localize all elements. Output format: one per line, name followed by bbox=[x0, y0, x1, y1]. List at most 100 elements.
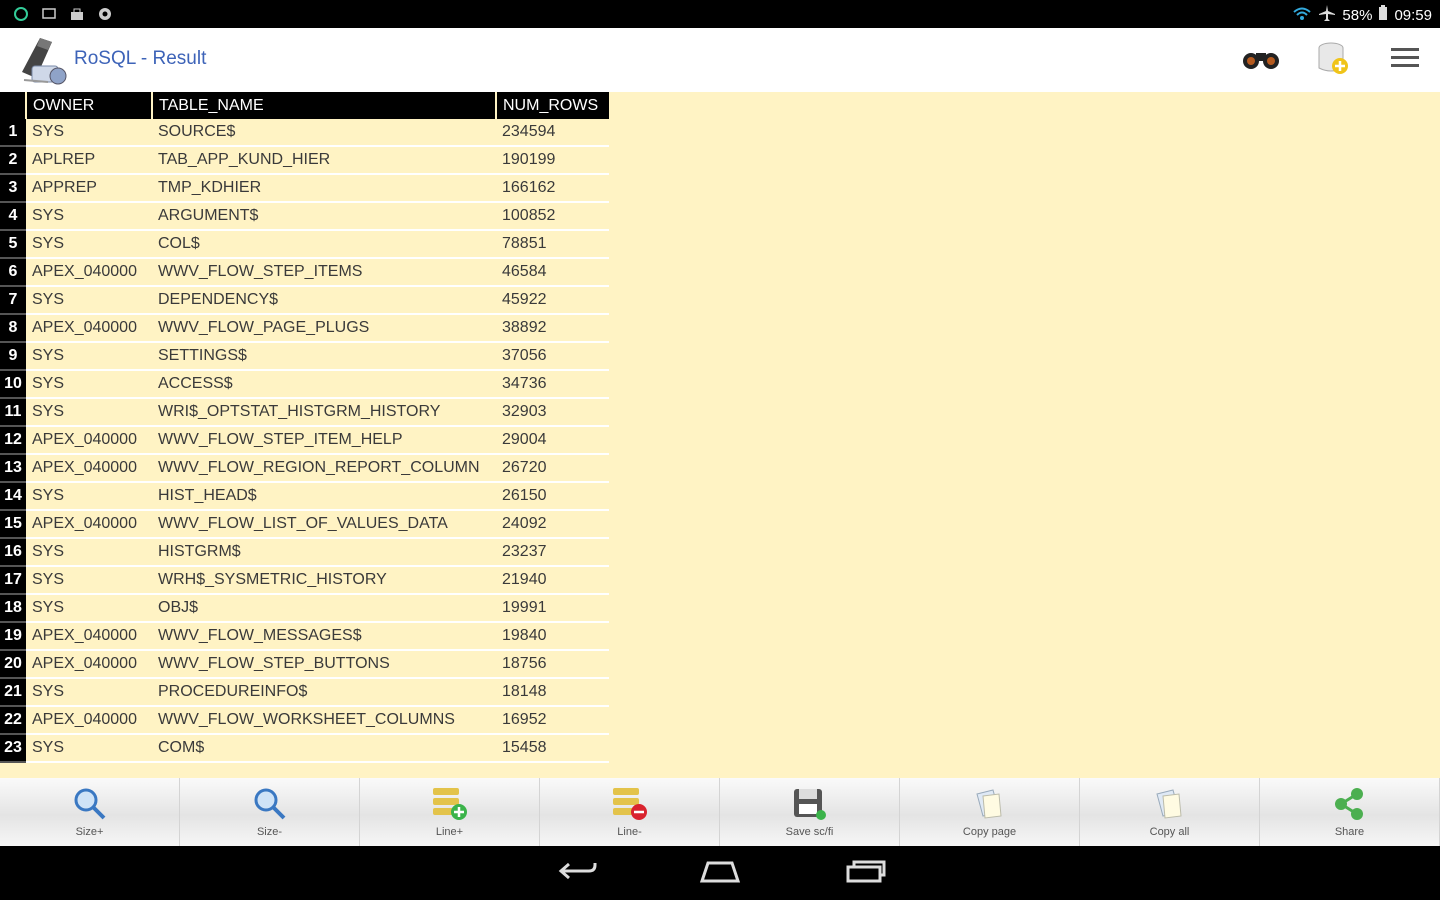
table-row[interactable]: 21 SYS PROCEDUREINFO$ 18148 bbox=[0, 678, 609, 707]
table-name-cell: WWV_FLOW_REGION_REPORT_COLUMN bbox=[152, 454, 496, 483]
size-minus-button[interactable]: Size- bbox=[180, 778, 360, 846]
owner-cell: SYS bbox=[26, 286, 152, 315]
num-rows-cell: 38892 bbox=[496, 314, 609, 343]
owner-cell: SYS bbox=[26, 119, 152, 147]
binoculars-icon bbox=[1241, 45, 1281, 75]
table-row[interactable]: 16 SYS HISTGRM$ 23237 bbox=[0, 538, 609, 567]
row-number-cell: 11 bbox=[0, 398, 26, 427]
page-title: RoSQL - Result bbox=[74, 48, 207, 69]
share-button[interactable]: Share bbox=[1260, 778, 1440, 846]
system-navigation-bar bbox=[0, 846, 1440, 900]
table-row[interactable]: 7 SYS DEPENDENCY$ 45922 bbox=[0, 286, 609, 315]
num-rows-cell: 29004 bbox=[496, 426, 609, 455]
status-notifications bbox=[12, 5, 114, 23]
zoom-out-icon bbox=[251, 786, 289, 822]
remove-line-icon bbox=[611, 786, 649, 822]
row-number-cell: 12 bbox=[0, 426, 26, 455]
table-row[interactable]: 2 APLREP TAB_APP_KUND_HIER 190199 bbox=[0, 146, 609, 175]
home-button[interactable] bbox=[690, 856, 750, 890]
table-row[interactable]: 10 SYS ACCESS$ 34736 bbox=[0, 370, 609, 399]
table-row[interactable]: 8 APEX_040000 WWV_FLOW_PAGE_PLUGS 38892 bbox=[0, 314, 609, 343]
home-icon bbox=[698, 859, 742, 887]
table-name-cell: WWV_FLOW_STEP_ITEMS bbox=[152, 258, 496, 287]
table-row[interactable]: 18 SYS OBJ$ 19991 bbox=[0, 594, 609, 623]
table-row[interactable]: 6 APEX_040000 WWV_FLOW_STEP_ITEMS 46584 bbox=[0, 258, 609, 287]
num-rows-cell: 37056 bbox=[496, 342, 609, 371]
num-rows-cell: 26720 bbox=[496, 454, 609, 483]
overflow-menu-button[interactable] bbox=[1384, 40, 1426, 80]
table-row[interactable]: 15 APEX_040000 WWV_FLOW_LIST_OF_VALUES_DAT… bbox=[0, 510, 609, 539]
action-bar: RoSQL - Result bbox=[0, 28, 1440, 92]
row-number-cell: 6 bbox=[0, 258, 26, 287]
owner-cell: SYS bbox=[26, 566, 152, 595]
back-button[interactable] bbox=[546, 856, 606, 890]
owner-cell: APEX_040000 bbox=[26, 650, 152, 679]
table-row[interactable]: 17 SYS WRH$_SYSMETRIC_HISTORY 21940 bbox=[0, 566, 609, 595]
table-row[interactable]: 14 SYS HIST_HEAD$ 26150 bbox=[0, 482, 609, 511]
owner-cell: SYS bbox=[26, 538, 152, 567]
row-number-cell: 7 bbox=[0, 286, 26, 315]
table-row[interactable]: 4 SYS ARGUMENT$ 100852 bbox=[0, 202, 609, 231]
table-name-cell: TMP_KDHIER bbox=[152, 174, 496, 203]
copy-all-button[interactable]: Copy all bbox=[1080, 778, 1260, 846]
line-minus-button[interactable]: Line- bbox=[540, 778, 720, 846]
copy-page-button[interactable]: Copy page bbox=[900, 778, 1080, 846]
line-plus-button[interactable]: Line+ bbox=[360, 778, 540, 846]
screen-icon bbox=[40, 5, 58, 23]
num-rows-cell: 19991 bbox=[496, 594, 609, 623]
row-number-cell: 22 bbox=[0, 706, 26, 735]
row-number-cell: 2 bbox=[0, 146, 26, 175]
row-number-cell: 10 bbox=[0, 370, 26, 399]
table-row[interactable]: 20 APEX_040000 WWV_FLOW_STEP_BUTTONS 18756 bbox=[0, 650, 609, 679]
row-number-cell: 14 bbox=[0, 482, 26, 511]
table-row[interactable]: 5 SYS COL$ 78851 bbox=[0, 230, 609, 259]
table-row[interactable]: 1 SYS SOURCE$ 234594 bbox=[0, 119, 609, 147]
row-number-cell: 4 bbox=[0, 202, 26, 231]
share-icon bbox=[1331, 786, 1369, 822]
num-rows-cell: 78851 bbox=[496, 230, 609, 259]
column-header-owner[interactable]: OWNER bbox=[25, 92, 152, 119]
back-icon bbox=[555, 859, 597, 887]
share-label: Share bbox=[1334, 826, 1365, 838]
size-minus-label: Size- bbox=[256, 826, 283, 838]
size-plus-button[interactable]: Size+ bbox=[0, 778, 180, 846]
search-button[interactable] bbox=[1240, 40, 1282, 80]
table-name-cell: ACCESS$ bbox=[152, 370, 496, 399]
table-row[interactable]: 11 SYS WRI$_OPTSTAT_HISTGRM_HISTORY 32903 bbox=[0, 398, 609, 427]
table-name-cell: COL$ bbox=[152, 230, 496, 259]
table-name-cell: WWV_FLOW_PAGE_PLUGS bbox=[152, 314, 496, 343]
table-name-cell: ARGUMENT$ bbox=[152, 202, 496, 231]
settings-notification-icon bbox=[96, 5, 114, 23]
table-row[interactable]: 19 APEX_040000 WWV_FLOW_MESSAGES$ 19840 bbox=[0, 622, 609, 651]
table-row[interactable]: 22 APEX_040000 WWV_FLOW_WORKSHEET_COLUMNS 1… bbox=[0, 706, 609, 735]
line-minus-label: Line- bbox=[617, 826, 642, 838]
add-database-button[interactable] bbox=[1312, 40, 1354, 80]
table-row[interactable]: 12 APEX_040000 WWV_FLOW_STEP_ITEM_HELP 2900… bbox=[0, 426, 609, 455]
owner-cell: APEX_040000 bbox=[26, 426, 152, 455]
result-table-body: 1 SYS SOURCE$ 234594 2 APLREP TAB_APP_KUND_HIE… bbox=[0, 119, 609, 763]
table-row[interactable]: 9 SYS SETTINGS$ 37056 bbox=[0, 342, 609, 371]
save-button[interactable]: Save sc/fi bbox=[720, 778, 900, 846]
column-header-num-rows[interactable]: NUM_ROWS bbox=[495, 92, 609, 119]
owner-cell: APLREP bbox=[26, 146, 152, 175]
table-name-cell: WWV_FLOW_STEP_ITEM_HELP bbox=[152, 426, 496, 455]
table-row[interactable]: 3 APPREP TMP_KDHIER 166162 bbox=[0, 174, 609, 203]
airplane-icon bbox=[1318, 4, 1336, 26]
num-rows-cell: 26150 bbox=[496, 482, 609, 511]
num-rows-cell: 23237 bbox=[496, 538, 609, 567]
table-row[interactable]: 23 SYS COM$ 15458 bbox=[0, 734, 609, 763]
row-number-cell: 21 bbox=[0, 678, 26, 707]
owner-cell: APEX_040000 bbox=[26, 706, 152, 735]
owner-cell: APEX_040000 bbox=[26, 622, 152, 651]
result-area[interactable]: OWNER TABLE_NAME NUM_ROWS 1 SYS SOURCE$ 234… bbox=[0, 92, 1440, 778]
app-logo-icon bbox=[18, 32, 70, 88]
size-plus-label: Size+ bbox=[75, 826, 104, 838]
table-name-cell: OBJ$ bbox=[152, 594, 496, 623]
status-bar: 58% 09:59 bbox=[0, 0, 1440, 28]
app-notification-icon bbox=[12, 5, 30, 23]
table-name-cell: WWV_FLOW_LIST_OF_VALUES_DATA bbox=[152, 510, 496, 539]
row-number-header bbox=[0, 92, 26, 119]
recents-button[interactable] bbox=[836, 856, 896, 890]
table-row[interactable]: 13 APEX_040000 WWV_FLOW_REGION_REPORT_COLU… bbox=[0, 454, 609, 483]
column-header-table-name[interactable]: TABLE_NAME bbox=[151, 92, 496, 119]
